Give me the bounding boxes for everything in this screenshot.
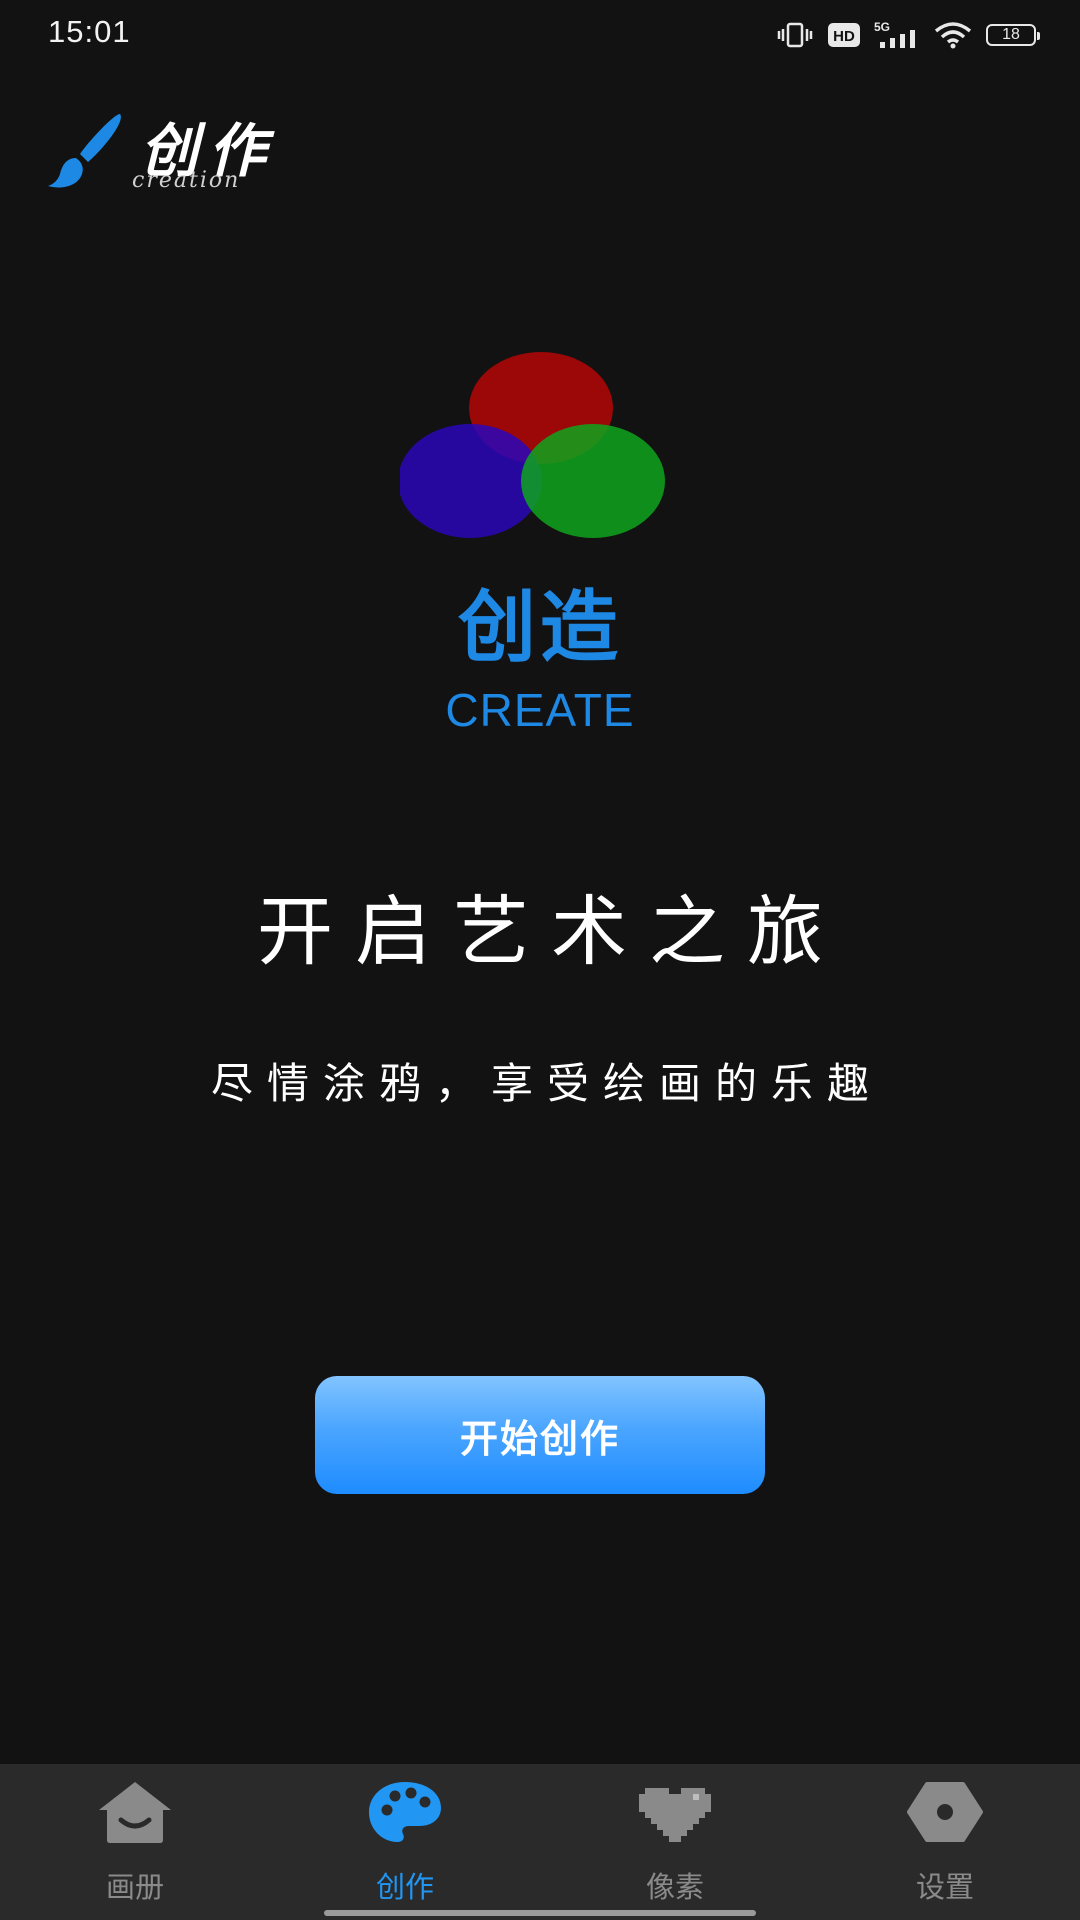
nav-item-create[interactable]: 创作 (270, 1764, 540, 1920)
hero-subtitle: CREATE (445, 684, 635, 736)
album-house-icon (99, 1782, 171, 1843)
nav-item-settings[interactable]: 设置 (810, 1764, 1080, 1920)
paintbrush-icon (48, 114, 121, 188)
palette-icon (369, 1782, 441, 1842)
nav-item-album[interactable]: 画册 (0, 1764, 270, 1920)
status-time: 15:01 (48, 14, 131, 49)
nav-label: 像素 (645, 1870, 704, 1904)
battery-level: 18 (1002, 26, 1020, 43)
vibrate-icon (777, 22, 813, 48)
rgb-circles-icon (400, 352, 665, 538)
start-create-button[interactable]: 开始创作 (315, 1376, 765, 1494)
nav-item-pixel[interactable]: 像素 (540, 1764, 810, 1920)
nav-label: 画册 (105, 1870, 164, 1904)
main-heading: 开启艺术之旅 (257, 887, 845, 976)
tagline: 尽情涂鸦，享受绘画的乐趣 (210, 1059, 883, 1108)
header-logo: 创作 creation (48, 104, 308, 204)
hero-title: 创造 (457, 583, 622, 673)
nav-label: 创作 (375, 1870, 434, 1904)
hd-label: HD (833, 28, 855, 45)
status-bar: 15:01 HD 5G 18 (0, 0, 1080, 70)
battery-icon: 18 (986, 24, 1040, 46)
home-indicator[interactable] (324, 1910, 756, 1916)
network-label: 5G (874, 20, 890, 34)
bottom-nav: 画册 创作 像素 设置 (0, 1764, 1080, 1920)
signal-5g-icon: 5G (874, 20, 915, 48)
hd-icon: HD (828, 23, 860, 47)
pixel-heart-icon (639, 1788, 711, 1842)
wifi-icon (934, 22, 972, 49)
status-icons: HD 5G 18 (776, 18, 1040, 52)
nav-label: 设置 (915, 1870, 974, 1904)
settings-hex-icon (907, 1782, 983, 1842)
logo-subtitle: creation (132, 168, 241, 193)
